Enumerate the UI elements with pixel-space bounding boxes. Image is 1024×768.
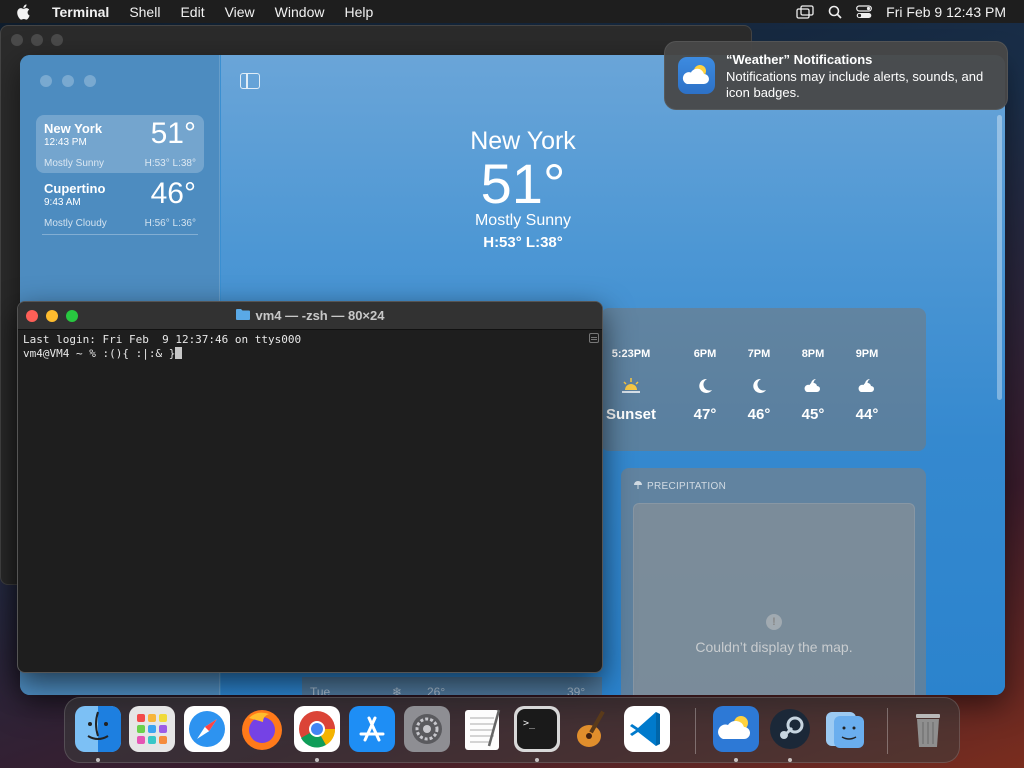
info-icon: ! xyxy=(766,614,782,630)
daily-forecast-row: Tue ❄ 26° 39° xyxy=(302,677,602,695)
dock-firefox-icon[interactable] xyxy=(239,706,285,752)
hour-label: 5:23PM xyxy=(611,348,651,360)
spotlight-search-icon[interactable] xyxy=(828,5,842,19)
hour-value: 45° xyxy=(801,406,825,423)
dock-vscode-icon[interactable] xyxy=(624,706,670,752)
notification-title: “Weather” Notifications xyxy=(726,52,873,67)
dock-trash-icon[interactable] xyxy=(905,706,951,752)
terminal-scroll-icon[interactable] xyxy=(589,333,599,343)
daily-high: 39° xyxy=(567,685,586,695)
menu-window[interactable]: Window xyxy=(275,4,325,20)
weather-window-controls xyxy=(40,75,96,87)
daily-low: 26° xyxy=(427,685,446,695)
terminal-prompt-line: vm4@VM4 ~ % :(){ :|:& } xyxy=(23,347,301,361)
terminal-title-text: vm4 — -zsh — 80×24 xyxy=(255,308,385,323)
moon-cloud-icon xyxy=(678,376,732,398)
hour-column: 6PM 47° xyxy=(678,348,732,423)
dock-finder-icon[interactable] xyxy=(75,706,121,752)
dock-running-indicator xyxy=(788,758,792,762)
moon-cloud-icon xyxy=(732,376,786,398)
precipitation-title: PRECIPITATION xyxy=(647,481,727,492)
menu-shell[interactable]: Shell xyxy=(129,4,160,20)
hour-value: 46° xyxy=(747,406,771,423)
terminal-output[interactable]: Last login: Fri Feb 9 12:37:46 on ttys00… xyxy=(23,333,301,361)
menubar-clock[interactable]: Fri Feb 9 12:43 PM xyxy=(886,4,1006,20)
dock-running-indicator xyxy=(315,758,319,762)
dock-app-store-icon[interactable] xyxy=(349,706,395,752)
precipitation-card: PRECIPITATION ! Couldn’t display the map… xyxy=(621,468,926,695)
cloud-moon-icon xyxy=(840,376,894,398)
hour-label: 9PM xyxy=(855,348,879,360)
dock-running-indicator xyxy=(535,758,539,762)
hour-label: 8PM xyxy=(801,348,825,360)
hour-column: 7PM 46° xyxy=(732,348,786,423)
hour-column: 5:23PM Sunset xyxy=(604,348,658,423)
screen-mirroring-icon[interactable] xyxy=(796,4,814,19)
terminal-line: Last login: Fri Feb 9 12:37:46 on ttys00… xyxy=(23,333,302,346)
hour-label: 7PM xyxy=(747,348,771,360)
daily-day: Tue xyxy=(310,685,331,695)
sidebar-toggle-icon[interactable] xyxy=(240,73,260,89)
terminal-cursor xyxy=(175,347,183,359)
menu-view[interactable]: View xyxy=(225,4,255,20)
menu-bar: Terminal Shell Edit View Window Help Fri… xyxy=(0,0,1024,23)
dock-terminal-icon[interactable]: >_ xyxy=(514,706,560,752)
precipitation-map[interactable]: ! Couldn’t display the map. xyxy=(633,503,915,695)
dock-separator xyxy=(695,708,696,754)
hourly-forecast-card: 5:23PM Sunset 6PM 47° 7PM 46° 8PM 45° 9P… xyxy=(601,308,926,451)
folder-icon xyxy=(235,308,250,323)
weather-app-icon xyxy=(678,57,715,94)
hero-condition: Mostly Sunny xyxy=(474,212,572,229)
notification-body: Notifications may include alerts, sounds… xyxy=(726,69,984,100)
precipitation-header: PRECIPITATION xyxy=(633,480,726,493)
map-error-message: Couldn’t display the map. xyxy=(695,639,853,655)
weather-notification[interactable]: “Weather” Notifications Notifications ma… xyxy=(664,41,1008,110)
hour-value: 47° xyxy=(693,406,717,423)
hour-column: 8PM 45° xyxy=(786,348,840,423)
dock-separator xyxy=(887,708,888,754)
umbrella-icon xyxy=(633,480,643,493)
hour-value: Sunset xyxy=(605,406,656,423)
svg-text:>_: >_ xyxy=(523,718,536,729)
menu-edit[interactable]: Edit xyxy=(180,4,204,20)
weather-scrollbar[interactable] xyxy=(997,115,1002,400)
dock-running-indicator xyxy=(96,758,100,762)
background-window-controls xyxy=(11,34,63,46)
control-center-icon[interactable] xyxy=(856,4,873,19)
dock-garageband-icon[interactable] xyxy=(569,706,615,752)
hero-temperature: 51° xyxy=(480,152,566,215)
terminal-title: vm4 — -zsh — 80×24 xyxy=(18,308,602,323)
hour-label: 6PM xyxy=(693,348,717,360)
terminal-prompt: vm4@VM4 ~ % :(){ :|:& } xyxy=(23,347,176,360)
hour-value: 44° xyxy=(855,406,879,423)
cloud-moon-icon xyxy=(786,376,840,398)
dock: >_ xyxy=(64,697,960,763)
terminal-titlebar[interactable]: vm4 — -zsh — 80×24 xyxy=(18,302,602,330)
dock-running-indicator xyxy=(734,758,738,762)
menu-app-name[interactable]: Terminal xyxy=(52,4,109,20)
hero-high-low: H:53° L:38° xyxy=(483,234,563,251)
dock-system-preferences-icon[interactable] xyxy=(404,706,450,752)
sunset-icon xyxy=(604,376,658,398)
menu-help[interactable]: Help xyxy=(344,4,373,20)
dock-weather-icon[interactable] xyxy=(713,706,759,752)
dock-launchpad-icon[interactable] xyxy=(129,706,175,752)
dock-safari-icon[interactable] xyxy=(184,706,230,752)
dock-chrome-icon[interactable] xyxy=(294,706,340,752)
hour-column: 9PM 44° xyxy=(840,348,894,423)
dock-textedit-icon[interactable] xyxy=(459,706,505,752)
snowflake-icon: ❄ xyxy=(392,685,403,695)
apple-menu-icon[interactable] xyxy=(16,3,34,20)
terminal-window: vm4 — -zsh — 80×24 Last login: Fri Feb 9… xyxy=(17,301,603,673)
weather-hero: New York 51° Mostly Sunny H:53° L:38° xyxy=(221,127,1005,251)
dock-steam-icon[interactable] xyxy=(767,706,813,752)
dock-finder-folder-icon[interactable] xyxy=(822,706,868,752)
